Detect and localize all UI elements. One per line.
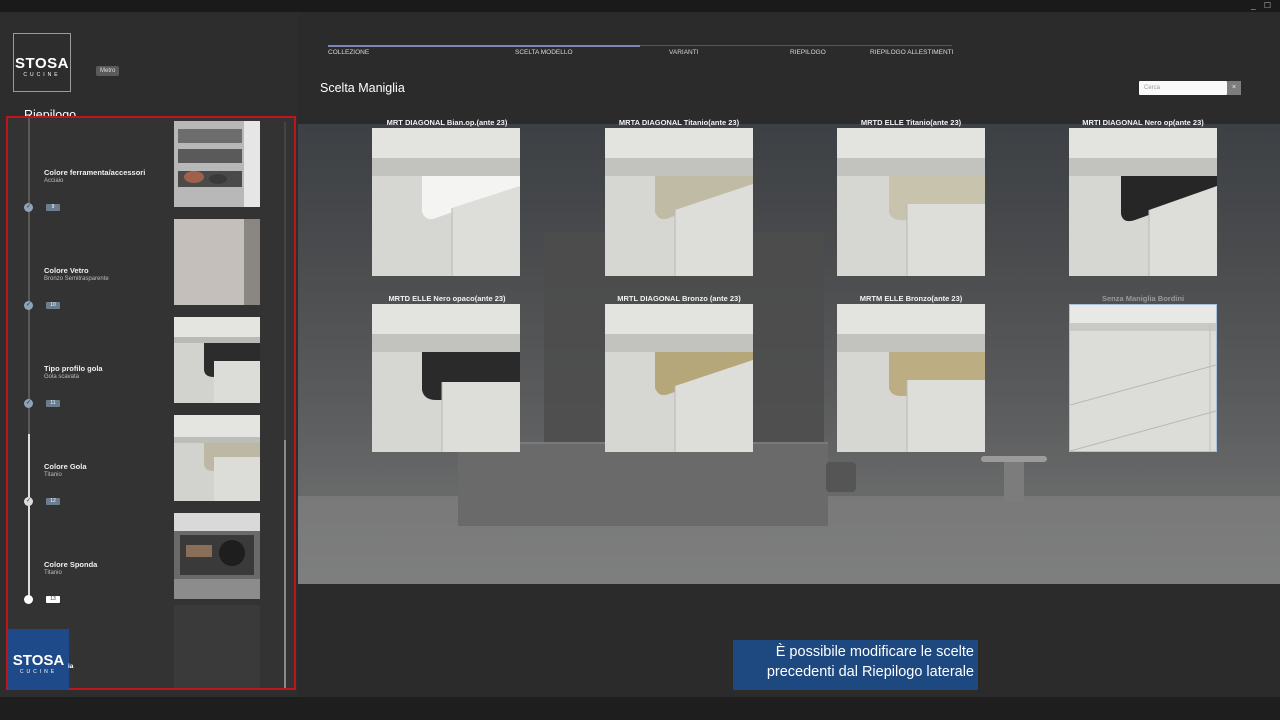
summary-item-value: Titanio <box>44 570 62 576</box>
option-caption: MRTD ELLE Nero opaco(ante 23) <box>388 294 506 303</box>
summary-thumbnail-empty <box>174 605 260 688</box>
window-controls[interactable]: _ ☐ <box>1251 1 1274 10</box>
summary-item-ferramenta[interactable]: Colore ferramenta/accessori Acciaio ✓ 9 <box>8 118 278 216</box>
stosa-logo[interactable]: STOSA CUCINE <box>13 33 71 92</box>
nav-step-scelta-modello[interactable]: SCELTA MODELLO <box>515 49 573 56</box>
nav-step-riepilogo[interactable]: RIEPILOGO <box>790 49 826 56</box>
step-number: 12 <box>46 498 60 505</box>
handle-option-senza-maniglia[interactable] <box>1069 304 1217 452</box>
check-icon: ✓ <box>24 399 33 408</box>
logo-main: STOSA <box>15 55 69 72</box>
option-caption: MRTA DIAGONAL Titanio(ante 23) <box>618 118 740 127</box>
step-number: 9 <box>46 204 60 211</box>
check-icon: ✓ <box>24 301 33 310</box>
nav-step-riepilogo-allestimenti[interactable]: RIEPILOGO ALLESTIMENTI <box>870 49 953 56</box>
hint-line-1: È possibile modificare le scelte <box>775 644 974 660</box>
accessory-drawer-image <box>174 121 260 207</box>
step-number: 11 <box>46 400 60 407</box>
summary-panel: Colore ferramenta/accessori Acciaio ✓ 9 … <box>6 116 296 690</box>
drawer-image <box>174 513 260 599</box>
option-caption: MRT DIAGONAL Bian.op.(ante 23) <box>386 118 508 127</box>
check-icon: ✓ <box>24 203 33 212</box>
nav-step-varianti[interactable]: VARIANTI <box>669 49 699 56</box>
handle-none-image <box>1070 305 1216 451</box>
option-caption: MRTD ELLE Titanio(ante 23) <box>860 118 962 127</box>
handle-black-elle-image <box>372 304 520 452</box>
bg-counter <box>458 442 828 526</box>
summary-thumbnail[interactable] <box>174 317 260 403</box>
handle-bronze-image <box>605 304 753 452</box>
hint-banner: È possibile modificare le scelte precede… <box>733 640 978 690</box>
page-title: Scelta Maniglia <box>320 81 405 95</box>
stosa-corner-logo: STOSA CUCINE <box>8 629 69 690</box>
summary-item-colore-gola[interactable]: Colore Gola Titanio ✓ 12 <box>8 412 278 510</box>
handle-option-mrti-diagonal-nero[interactable] <box>1069 128 1217 276</box>
summary-item-label: Colore Gola <box>44 462 87 471</box>
summary-item-value: Gola scavata <box>44 374 80 380</box>
summary-thumbnail[interactable] <box>174 219 260 305</box>
summary-item-label: Colore ferramenta/accessori <box>44 168 146 177</box>
handle-black-image <box>1069 128 1217 276</box>
handle-titanium-image <box>605 128 753 276</box>
step-number: 10 <box>46 302 60 309</box>
bottom-bar <box>0 697 1280 720</box>
corner-logo-sub: CUCINE <box>19 669 58 675</box>
summary-item-profilo-gola[interactable]: Tipo profilo gola Gola scavata ✓ 11 <box>8 314 278 412</box>
option-caption: Senza Maniglia Bordini <box>1101 294 1185 303</box>
search-input[interactable]: Cerca <box>1139 81 1227 95</box>
hint-line-2: precedenti dal Riepilogo laterale <box>766 664 974 680</box>
summary-item-vetro[interactable]: Colore Vetro Bronzo Semitrasparente ✓ 10 <box>8 216 278 314</box>
summary-item-value: Titanio <box>44 472 62 478</box>
check-icon: ✓ <box>24 497 33 506</box>
bg-chair <box>826 462 856 492</box>
handle-option-mrtd-elle-nero[interactable] <box>372 304 520 452</box>
handle-option-mrta-diagonal-titanio[interactable] <box>605 128 753 276</box>
gola-profile-image <box>174 317 260 403</box>
summary-thumbnail[interactable] <box>174 121 260 207</box>
option-caption: MRTI DIAGONAL Nero op(ante 23) <box>1082 118 1204 127</box>
bg-table-leg <box>1004 462 1024 502</box>
summary-item-value: Bronzo Semitrasparente <box>44 276 109 282</box>
nav-progress <box>328 45 640 47</box>
step-number: 13 <box>46 596 60 603</box>
glass-image <box>174 219 260 305</box>
summary-thumbnail[interactable] <box>174 513 260 599</box>
handle-white-image <box>372 128 520 276</box>
summary-item-label: Colore Vetro <box>44 266 89 275</box>
nav-step-collezione[interactable]: COLLEZIONE <box>328 49 369 56</box>
gola-titanium-image <box>174 415 260 501</box>
search-clear-button[interactable]: × <box>1227 81 1241 95</box>
scrollbar-thumb[interactable] <box>284 440 286 688</box>
handle-option-mrtl-diagonal-bronzo[interactable] <box>605 304 753 452</box>
handle-option-mrt-diagonal-bianco[interactable] <box>372 128 520 276</box>
handle-titanium-elle-image <box>837 128 985 276</box>
current-step-icon <box>24 595 33 604</box>
summary-item-sponda[interactable]: Colore Sponda Titanio 13 <box>8 510 278 608</box>
handle-option-mrtm-elle-bronzo[interactable] <box>837 304 985 452</box>
model-badge: Metro <box>96 66 120 76</box>
corner-logo-suffix: ia <box>68 663 74 670</box>
handle-option-mrtd-elle-titanio[interactable] <box>837 128 985 276</box>
option-caption: MRTM ELLE Bronzo(ante 23) <box>859 294 963 303</box>
option-caption: MRTL DIAGONAL Bronzo (ante 23) <box>617 294 741 303</box>
handle-bronze-elle-image <box>837 304 985 452</box>
summary-item-label: Tipo profilo gola <box>44 364 103 373</box>
main-area: COLLEZIONE SCELTA MODELLO VARIANTI RIEPI… <box>298 12 1280 697</box>
corner-logo-main: STOSA <box>12 652 65 669</box>
summary-item-label: Colore Sponda <box>44 560 98 569</box>
summary-item-value: Acciaio <box>44 178 64 184</box>
logo-sub: CUCINE <box>23 72 61 78</box>
summary-thumbnail[interactable] <box>174 415 260 501</box>
